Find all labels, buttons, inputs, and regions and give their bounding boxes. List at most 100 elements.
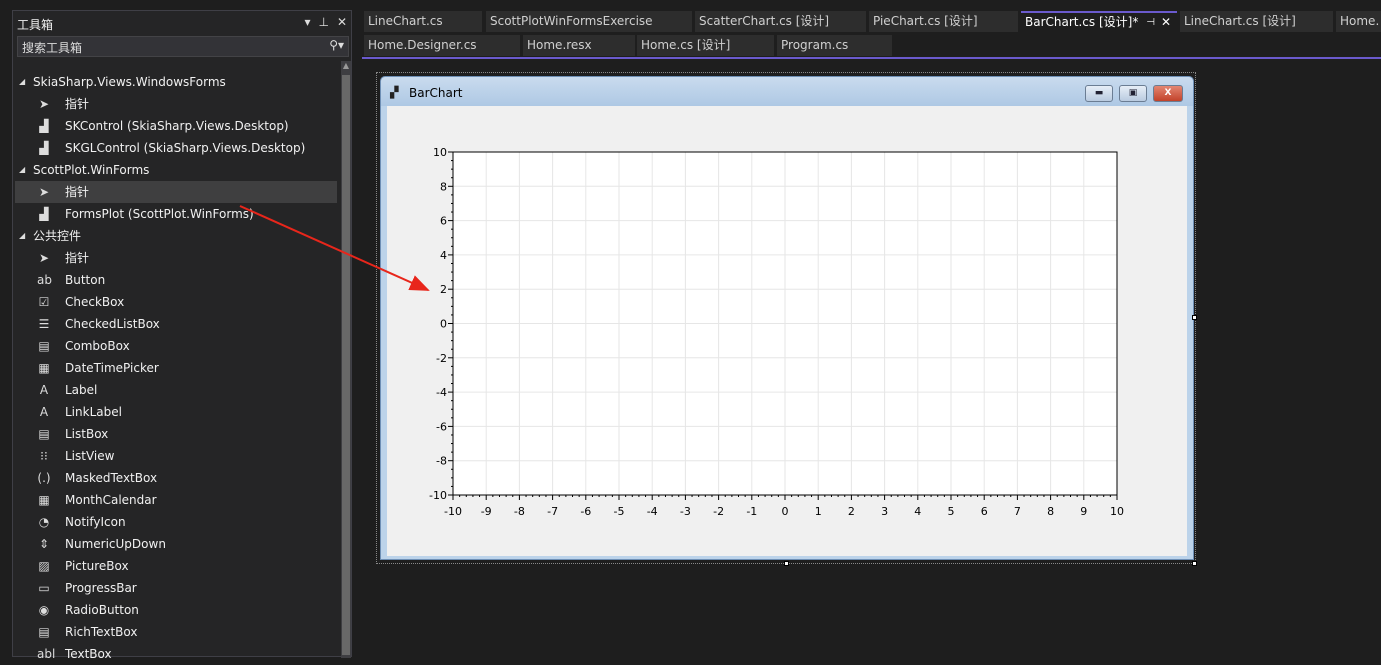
toolbox-group-header[interactable]: ◢ ScottPlot.WinForms — [15, 159, 337, 181]
x-tick-label: -7 — [547, 505, 558, 518]
toolbox-item[interactable]: ⇕ NumericUpDown — [15, 533, 337, 555]
tab-underline — [362, 57, 1381, 59]
document-tab[interactable]: Home.cs [设计] — [637, 35, 774, 56]
scroll-up-icon[interactable]: ▲ — [341, 61, 351, 70]
minimize-button[interactable]: ▬ — [1085, 85, 1113, 102]
toolbox-item[interactable]: ▨ PictureBox — [15, 555, 337, 577]
search-placeholder: 搜索工具箱 — [22, 41, 83, 55]
toolbox-item-label: NumericUpDown — [65, 537, 166, 551]
tab-close-icon[interactable]: ✕ — [1161, 13, 1171, 32]
form-title: BarChart — [409, 86, 463, 100]
toolbox-item-label: RichTextBox — [65, 625, 138, 639]
toolbox-item[interactable]: ☑ CheckBox — [15, 291, 337, 313]
collapse-triangle-icon[interactable]: ◢ — [19, 71, 25, 93]
x-tick-label: -8 — [514, 505, 525, 518]
group-label: ScottPlot.WinForms — [33, 163, 150, 177]
toolbox-item-label: MaskedTextBox — [65, 471, 158, 485]
toolbox-item-label: ListBox — [65, 427, 109, 441]
toolbox-item[interactable]: ➤ 指针 — [15, 247, 337, 269]
x-tick-label: 2 — [848, 505, 855, 518]
document-tab[interactable]: Home. — [1336, 11, 1381, 32]
component-icon: ▟ — [39, 141, 49, 155]
document-tab[interactable]: ScottPlotWinFormsExercise — [486, 11, 692, 32]
toolbox-item[interactable]: ▤ ComboBox — [15, 335, 337, 357]
form-window[interactable]: ▞ BarChart ▬ ▣ X -10 -9 -8 -7 -6 -5 -4 -3 -2 -1 0 1… — [380, 76, 1194, 560]
document-tab[interactable]: BarChart.cs [设计]* ⊣ ✕ — [1021, 11, 1177, 32]
close-button[interactable]: X — [1153, 85, 1183, 102]
toolbox-item-label: RadioButton — [65, 603, 139, 617]
document-tab[interactable]: LineChart.cs — [364, 11, 482, 32]
dropdown-icon[interactable]: ▾ — [304, 15, 310, 29]
scroll-thumb[interactable] — [342, 75, 350, 655]
collapse-triangle-icon[interactable]: ◢ — [19, 159, 25, 181]
toolbox-item-label: 指针 — [65, 97, 90, 111]
toolbox-item-label: TextBox — [65, 647, 112, 661]
toolbox-item[interactable]: ▟ SKGLControl (SkiaSharp.Views.Desktop) — [15, 137, 337, 159]
toolbox-item-label: MonthCalendar — [65, 493, 157, 507]
radiobutton-icon: ◉ — [38, 603, 50, 617]
toolbox-item-label: ComboBox — [65, 339, 130, 353]
toolbox-item[interactable]: ➤ 指针 — [15, 181, 337, 203]
x-tick-label: 10 — [1110, 505, 1124, 518]
toolbox-item[interactable]: ▤ ListBox — [15, 423, 337, 445]
tab-label: ScottPlotWinFormsExercise — [490, 14, 653, 28]
document-tab[interactable]: ScatterChart.cs [设计] — [695, 11, 866, 32]
search-icon[interactable]: ⚲▾ — [329, 38, 344, 52]
toolbox-item[interactable]: ☰ CheckedListBox — [15, 313, 337, 335]
x-tick-label: -10 — [444, 505, 462, 518]
toolbox-search-input[interactable]: 搜索工具箱 ⚲▾ — [17, 36, 349, 57]
toolbox-item[interactable]: ▟ FormsPlot (ScottPlot.WinForms) — [15, 203, 337, 225]
toolbox-item[interactable]: ➤ 指针 — [15, 93, 337, 115]
close-icon[interactable]: ✕ — [337, 15, 347, 29]
pin-icon[interactable]: ⊣ — [1146, 13, 1155, 32]
toolbox-item-label: CheckedListBox — [65, 317, 160, 331]
datetimepicker-icon: ▦ — [38, 361, 50, 375]
toolbox-item[interactable]: ▦ DateTimePicker — [15, 357, 337, 379]
x-tick-label: 6 — [981, 505, 988, 518]
listbox-icon: ▤ — [38, 427, 50, 441]
y-tick-label: -6 — [436, 420, 447, 433]
maximize-button[interactable]: ▣ — [1119, 85, 1147, 102]
toolbox-item[interactable]: ⁝⁝ ListView — [15, 445, 337, 467]
toolbox-item[interactable]: ◉ RadioButton — [15, 599, 337, 621]
toolbox-item[interactable]: ◔ NotifyIcon — [15, 511, 337, 533]
document-tab[interactable]: Home.resx — [523, 35, 635, 56]
collapse-triangle-icon[interactable]: ◢ — [19, 225, 25, 247]
toolbox-item[interactable]: ▤ RichTextBox — [15, 621, 337, 643]
toolbox-scrollbar[interactable]: ▲ — [341, 61, 351, 658]
x-tick-label: -3 — [680, 505, 691, 518]
document-tab[interactable]: Program.cs — [777, 35, 892, 56]
x-tick-label: -6 — [580, 505, 591, 518]
toolbox-item[interactable]: A LinkLabel — [15, 401, 337, 423]
component-icon: ▟ — [39, 207, 49, 221]
x-tick-label: 8 — [1047, 505, 1054, 518]
document-tab[interactable]: Home.Designer.cs — [364, 35, 520, 56]
resize-handle[interactable] — [1192, 561, 1197, 566]
toolbox-item[interactable]: (.) MaskedTextBox — [15, 467, 337, 489]
toolbox-group-header[interactable]: ◢ SkiaSharp.Views.WindowsForms — [15, 71, 337, 93]
x-tick-label: 0 — [782, 505, 789, 518]
resize-handle[interactable] — [1192, 315, 1197, 320]
textbox-icon: abl — [37, 647, 56, 661]
x-tick-label: -5 — [614, 505, 625, 518]
pin-icon[interactable]: ⊥ — [318, 15, 328, 29]
document-tab[interactable]: PieChart.cs [设计] — [869, 11, 1018, 32]
toolbox-item[interactable]: A Label — [15, 379, 337, 401]
notifyicon-icon: ◔ — [38, 515, 50, 529]
toolbox-item[interactable]: ▭ ProgressBar — [15, 577, 337, 599]
toolbox-item[interactable]: ▦ MonthCalendar — [15, 489, 337, 511]
tab-label: PieChart.cs [设计] — [873, 14, 978, 28]
toolbox-item[interactable]: ab Button — [15, 269, 337, 291]
toolbox-item-label: PictureBox — [65, 559, 129, 573]
formsplot-chart[interactable]: -10 -9 -8 -7 -6 -5 -4 -3 -2 -1 0 1 2 3 4 5 6 7 8 9 101086420… — [387, 106, 1187, 556]
pointer-icon: ➤ — [38, 251, 50, 265]
y-tick-label: 0 — [440, 318, 447, 331]
document-tab[interactable]: LineChart.cs [设计] — [1180, 11, 1333, 32]
toolbox-group-header[interactable]: ◢ 公共控件 — [15, 225, 337, 247]
x-tick-label: 7 — [1014, 505, 1021, 518]
resize-handle[interactable] — [784, 561, 789, 566]
toolbox-item[interactable]: abl TextBox — [15, 643, 337, 665]
y-tick-label: 10 — [433, 146, 447, 159]
richtextbox-icon: ▤ — [38, 625, 50, 639]
toolbox-item[interactable]: ▟ SKControl (SkiaSharp.Views.Desktop) — [15, 115, 337, 137]
